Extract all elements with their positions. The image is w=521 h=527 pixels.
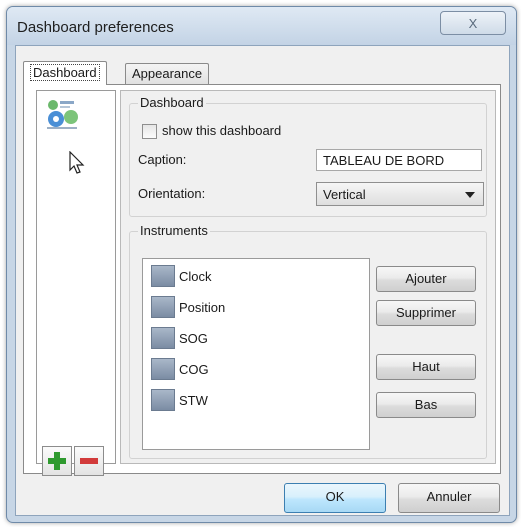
dashboard-icon[interactable] <box>45 97 81 131</box>
instrument-label: COG <box>179 361 209 377</box>
tab-dashboard-label: Dashboard <box>30 64 100 81</box>
instrument-icon <box>151 389 175 411</box>
title-bar[interactable]: Dashboard preferences X <box>7 7 516 45</box>
dashboard-settings-panel: Dashboard show this dashboard Caption: T… <box>120 90 496 464</box>
minus-icon <box>80 458 98 464</box>
cursor-icon <box>69 151 85 174</box>
instrument-label: Clock <box>179 268 212 284</box>
add-instrument-button[interactable]: Ajouter <box>376 266 476 292</box>
cancel-button[interactable]: Annuler <box>398 483 500 513</box>
remove-dashboard-button[interactable] <box>74 446 104 476</box>
add-dashboard-button[interactable] <box>42 446 72 476</box>
show-dashboard-label: show this dashboard <box>162 123 282 138</box>
orientation-label: Orientation: <box>138 186 206 201</box>
instrument-label: STW <box>179 392 208 408</box>
show-dashboard-checkbox[interactable] <box>142 124 157 139</box>
instrument-icon <box>151 265 175 287</box>
ok-button[interactable]: OK <box>284 483 386 513</box>
orientation-value: Vertical <box>323 187 366 202</box>
list-item[interactable]: SOG <box>151 325 208 351</box>
close-button[interactable]: X <box>440 11 506 35</box>
tab-appearance-label: Appearance <box>132 66 203 81</box>
orientation-select[interactable]: Vertical <box>316 182 484 206</box>
move-down-button[interactable]: Bas <box>376 392 476 418</box>
remove-instrument-button[interactable]: Supprimer <box>376 300 476 326</box>
move-up-button[interactable]: Haut <box>376 354 476 380</box>
dashboard-list[interactable] <box>36 90 116 464</box>
dashboard-group: Dashboard show this dashboard Caption: T… <box>129 95 487 217</box>
window-title: Dashboard preferences <box>17 19 174 36</box>
caption-value: TABLEAU DE BORD <box>323 153 445 168</box>
list-item[interactable]: Position <box>151 294 225 320</box>
instruments-list[interactable]: Clock Position SOG COG STW <box>142 258 370 450</box>
caption-label: Caption: <box>138 152 187 167</box>
caption-input[interactable]: TABLEAU DE BORD <box>316 149 482 171</box>
instrument-icon <box>151 296 175 318</box>
list-item[interactable]: COG <box>151 356 209 382</box>
list-item[interactable]: Clock <box>151 263 212 289</box>
dialog-client-area: Dashboard Appearance Dashboard show this… <box>15 45 510 516</box>
plus-icon <box>48 452 66 470</box>
list-item[interactable]: STW <box>151 387 208 413</box>
instrument-icon <box>151 327 175 349</box>
close-icon: X <box>468 15 478 31</box>
tab-dashboard[interactable]: Dashboard <box>23 61 107 85</box>
tab-appearance[interactable]: Appearance <box>125 63 210 84</box>
instrument-icon <box>151 358 175 380</box>
instrument-label: SOG <box>179 330 208 346</box>
instrument-label: Position <box>179 299 226 315</box>
instruments-group: Instruments Clock Position SOG COG STW A… <box>129 223 487 459</box>
instruments-group-title: Instruments <box>138 223 210 238</box>
chevron-down-icon <box>465 192 475 198</box>
dashboard-group-title: Dashboard <box>138 95 206 110</box>
dialog-window: Dashboard preferences X Dashboard Appear… <box>6 6 517 523</box>
